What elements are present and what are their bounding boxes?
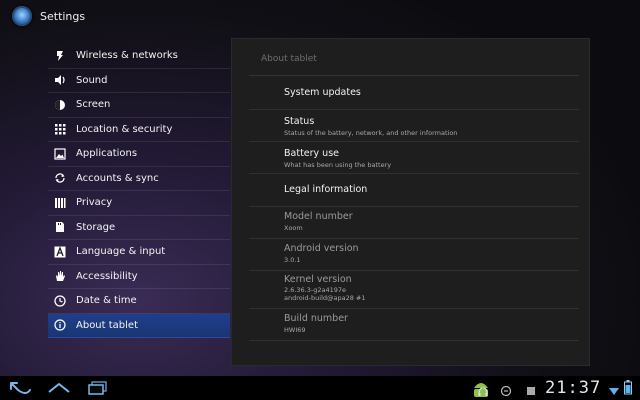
sidebar-item-location-security[interactable]: Location & security (48, 118, 230, 142)
headset-icon (478, 382, 488, 400)
sidebar-item-label: Wireless & networks (76, 50, 178, 62)
about-row-system-updates[interactable]: System updates (249, 77, 579, 110)
row-subtitle: HWI69 (284, 326, 306, 334)
about-row-status[interactable]: Status Status of the battery, network, an… (249, 110, 579, 142)
system-bar: 21:37 (0, 376, 640, 400)
about-row-build-number: Build number HWI69 (249, 309, 579, 341)
privacy-icon (54, 197, 66, 209)
signal-icon (525, 382, 537, 400)
sidebar-item-sound[interactable]: Sound (48, 69, 230, 93)
sidebar-item-about-tablet[interactable]: About tablet (48, 313, 230, 338)
language-icon (54, 245, 66, 258)
sidebar-item-wireless-networks[interactable]: Wireless & networks (48, 44, 230, 69)
sync-icon (54, 172, 66, 184)
sidebar-item-label: Storage (76, 221, 116, 233)
row-title: Status (284, 116, 315, 127)
sidebar-item-label: Privacy (76, 197, 113, 209)
sidebar-item-label: Accounts & sync (76, 172, 159, 184)
row-title: Android version (284, 243, 359, 254)
applications-icon (54, 148, 66, 160)
row-subtitle: Status of the battery, network, and othe… (284, 129, 458, 137)
sidebar-item-label: Accessibility (76, 270, 138, 282)
about-tablet-panel: About tablet System updates Status Status … (231, 38, 590, 366)
sound-icon (54, 74, 66, 86)
row-title: Legal information (284, 184, 368, 195)
clock: 21:37 (545, 378, 602, 398)
wireless-icon (54, 50, 66, 62)
screen-brightness-icon (54, 99, 66, 111)
home-icon (48, 383, 70, 393)
back-icon (10, 382, 31, 394)
row-title: System updates (284, 87, 361, 98)
back-button[interactable] (6, 379, 34, 397)
row-subtitle: What has been using the battery (284, 161, 392, 169)
app-title: Settings (40, 9, 86, 23)
sidebar-item-label: Screen (76, 99, 111, 111)
action-bar: Settings (0, 0, 640, 32)
sidebar-item-label: Location & security (76, 123, 173, 135)
sidebar-item-applications[interactable]: Applications (48, 142, 230, 167)
sidebar-item-label: About tablet (76, 319, 138, 331)
sidebar-item-accounts-sync[interactable]: Accounts & sync (48, 167, 230, 191)
sidebar-item-accessibility[interactable]: Accessibility (48, 265, 230, 289)
sidebar-item-storage[interactable]: Storage (48, 216, 230, 240)
row-title: Build number (284, 313, 348, 324)
sidebar-item-label: Applications (76, 148, 138, 160)
sidebar-item-date-time[interactable]: Date & time (48, 289, 230, 314)
about-row-kernel-version: Kernel version 2.6.36.3-g2a4197e android-b… (249, 271, 579, 309)
wifi-icon (608, 382, 620, 400)
sidebar-item-language-input[interactable]: Language & input (48, 240, 230, 265)
row-title: Model number (284, 211, 353, 222)
sidebar-item-label: Date & time (76, 295, 137, 307)
row-subtitle: Xoom (284, 224, 303, 232)
clock-icon (54, 295, 66, 307)
sidebar-item-screen[interactable]: Screen (48, 93, 230, 118)
storage-icon (54, 221, 66, 233)
panel-title: About tablet (261, 54, 317, 64)
about-row-android-version: Android version 3.0.1 (249, 239, 579, 271)
row-subtitle: android-build@apa28 #1 (284, 294, 366, 302)
about-row-battery-use[interactable]: Battery use What has been using the batte… (249, 142, 579, 174)
row-title: Battery use (284, 148, 339, 159)
settings-app-icon (12, 6, 32, 26)
location-grid-icon (54, 123, 66, 135)
home-button[interactable] (46, 379, 72, 397)
settings-sidebar: Wireless & networks Sound Screen Location &… (48, 44, 230, 338)
sidebar-item-label: Sound (76, 74, 108, 86)
accessibility-hand-icon (54, 270, 66, 282)
battery-icon (624, 380, 632, 399)
row-subtitle: 3.0.1 (284, 256, 301, 264)
row-title: Kernel version (284, 274, 352, 285)
info-icon (54, 319, 66, 331)
sidebar-item-privacy[interactable]: Privacy (48, 191, 230, 216)
panel-title-divider (249, 75, 579, 76)
recent-apps-button[interactable] (86, 379, 110, 397)
about-row-model-number: Model number Xoom (249, 207, 579, 239)
recent-apps-icon (88, 381, 107, 395)
usb-icon (500, 382, 512, 400)
sidebar-item-label: Language & input (76, 246, 166, 258)
about-row-legal-information[interactable]: Legal information (249, 174, 579, 207)
